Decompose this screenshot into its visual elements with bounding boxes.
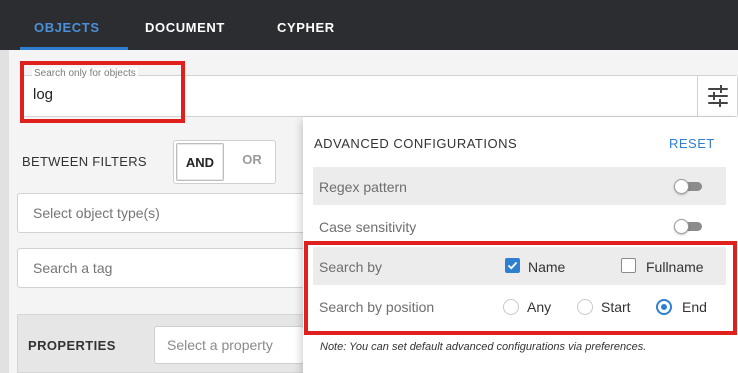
active-tab-indicator [20, 47, 128, 50]
regex-row: Regex pattern [313, 167, 726, 205]
tab-objects-label: OBJECTS [34, 20, 100, 35]
top-nav-bar: OBJECTS DOCUMENT CYPHER [0, 0, 738, 50]
start-option-label: Start [601, 299, 631, 315]
regex-toggle[interactable] [674, 179, 704, 194]
advanced-config-panel [303, 117, 738, 373]
object-type-select[interactable]: Select object type(s) [17, 193, 317, 233]
advanced-config-title: ADVANCED CONFIGURATIONS [314, 136, 518, 151]
tab-objects[interactable]: OBJECTS [20, 0, 128, 50]
fullname-checkbox[interactable] [621, 258, 636, 273]
tag-search-input[interactable]: Search a tag [17, 248, 317, 288]
or-button[interactable]: OR [232, 143, 272, 181]
advanced-filter-button[interactable] [697, 76, 737, 116]
properties-label: PROPERTIES [28, 338, 116, 353]
tune-sliders-icon [708, 85, 728, 107]
logic-toggle-group: AND OR [173, 140, 276, 184]
tab-cypher-label: CYPHER [277, 20, 335, 35]
tab-cypher[interactable]: CYPHER [277, 0, 335, 50]
end-option-label: End [682, 299, 707, 315]
any-option-label: Any [527, 299, 552, 315]
tab-document-label: DOCUMENT [145, 20, 225, 35]
name-option-label: Name [528, 259, 566, 275]
left-edge-panel [0, 50, 9, 373]
any-radio[interactable] [503, 299, 519, 315]
tab-document[interactable]: DOCUMENT [145, 0, 225, 50]
search-by-row: Search by Name Fullname [313, 247, 726, 285]
and-button[interactable]: AND [176, 143, 224, 181]
start-radio[interactable] [577, 299, 593, 315]
preferences-note: Note: You can set default advanced confi… [320, 341, 647, 353]
case-row: Case sensitivity [313, 207, 726, 245]
name-checkbox[interactable] [505, 258, 520, 273]
case-sensitivity-toggle[interactable] [674, 219, 704, 234]
search-label: Search only for objects [32, 68, 138, 79]
property-select[interactable]: Select a property [154, 326, 304, 364]
search-by-label: Search by [319, 259, 383, 275]
between-filters-label: BETWEEN FILTERS [22, 154, 147, 169]
regex-toggle-knob [674, 179, 689, 194]
position-label: Search by position [319, 299, 435, 315]
fullname-option-label: Fullname [646, 259, 704, 275]
checkmark-icon [507, 261, 518, 270]
regex-label: Regex pattern [319, 179, 407, 195]
position-row: Search by position Any Start End [313, 287, 726, 325]
case-sensitivity-label: Case sensitivity [319, 219, 417, 235]
end-radio[interactable] [656, 299, 672, 315]
reset-button[interactable]: RESET [669, 136, 715, 151]
case-toggle-knob [674, 219, 689, 234]
search-input[interactable] [33, 86, 173, 103]
